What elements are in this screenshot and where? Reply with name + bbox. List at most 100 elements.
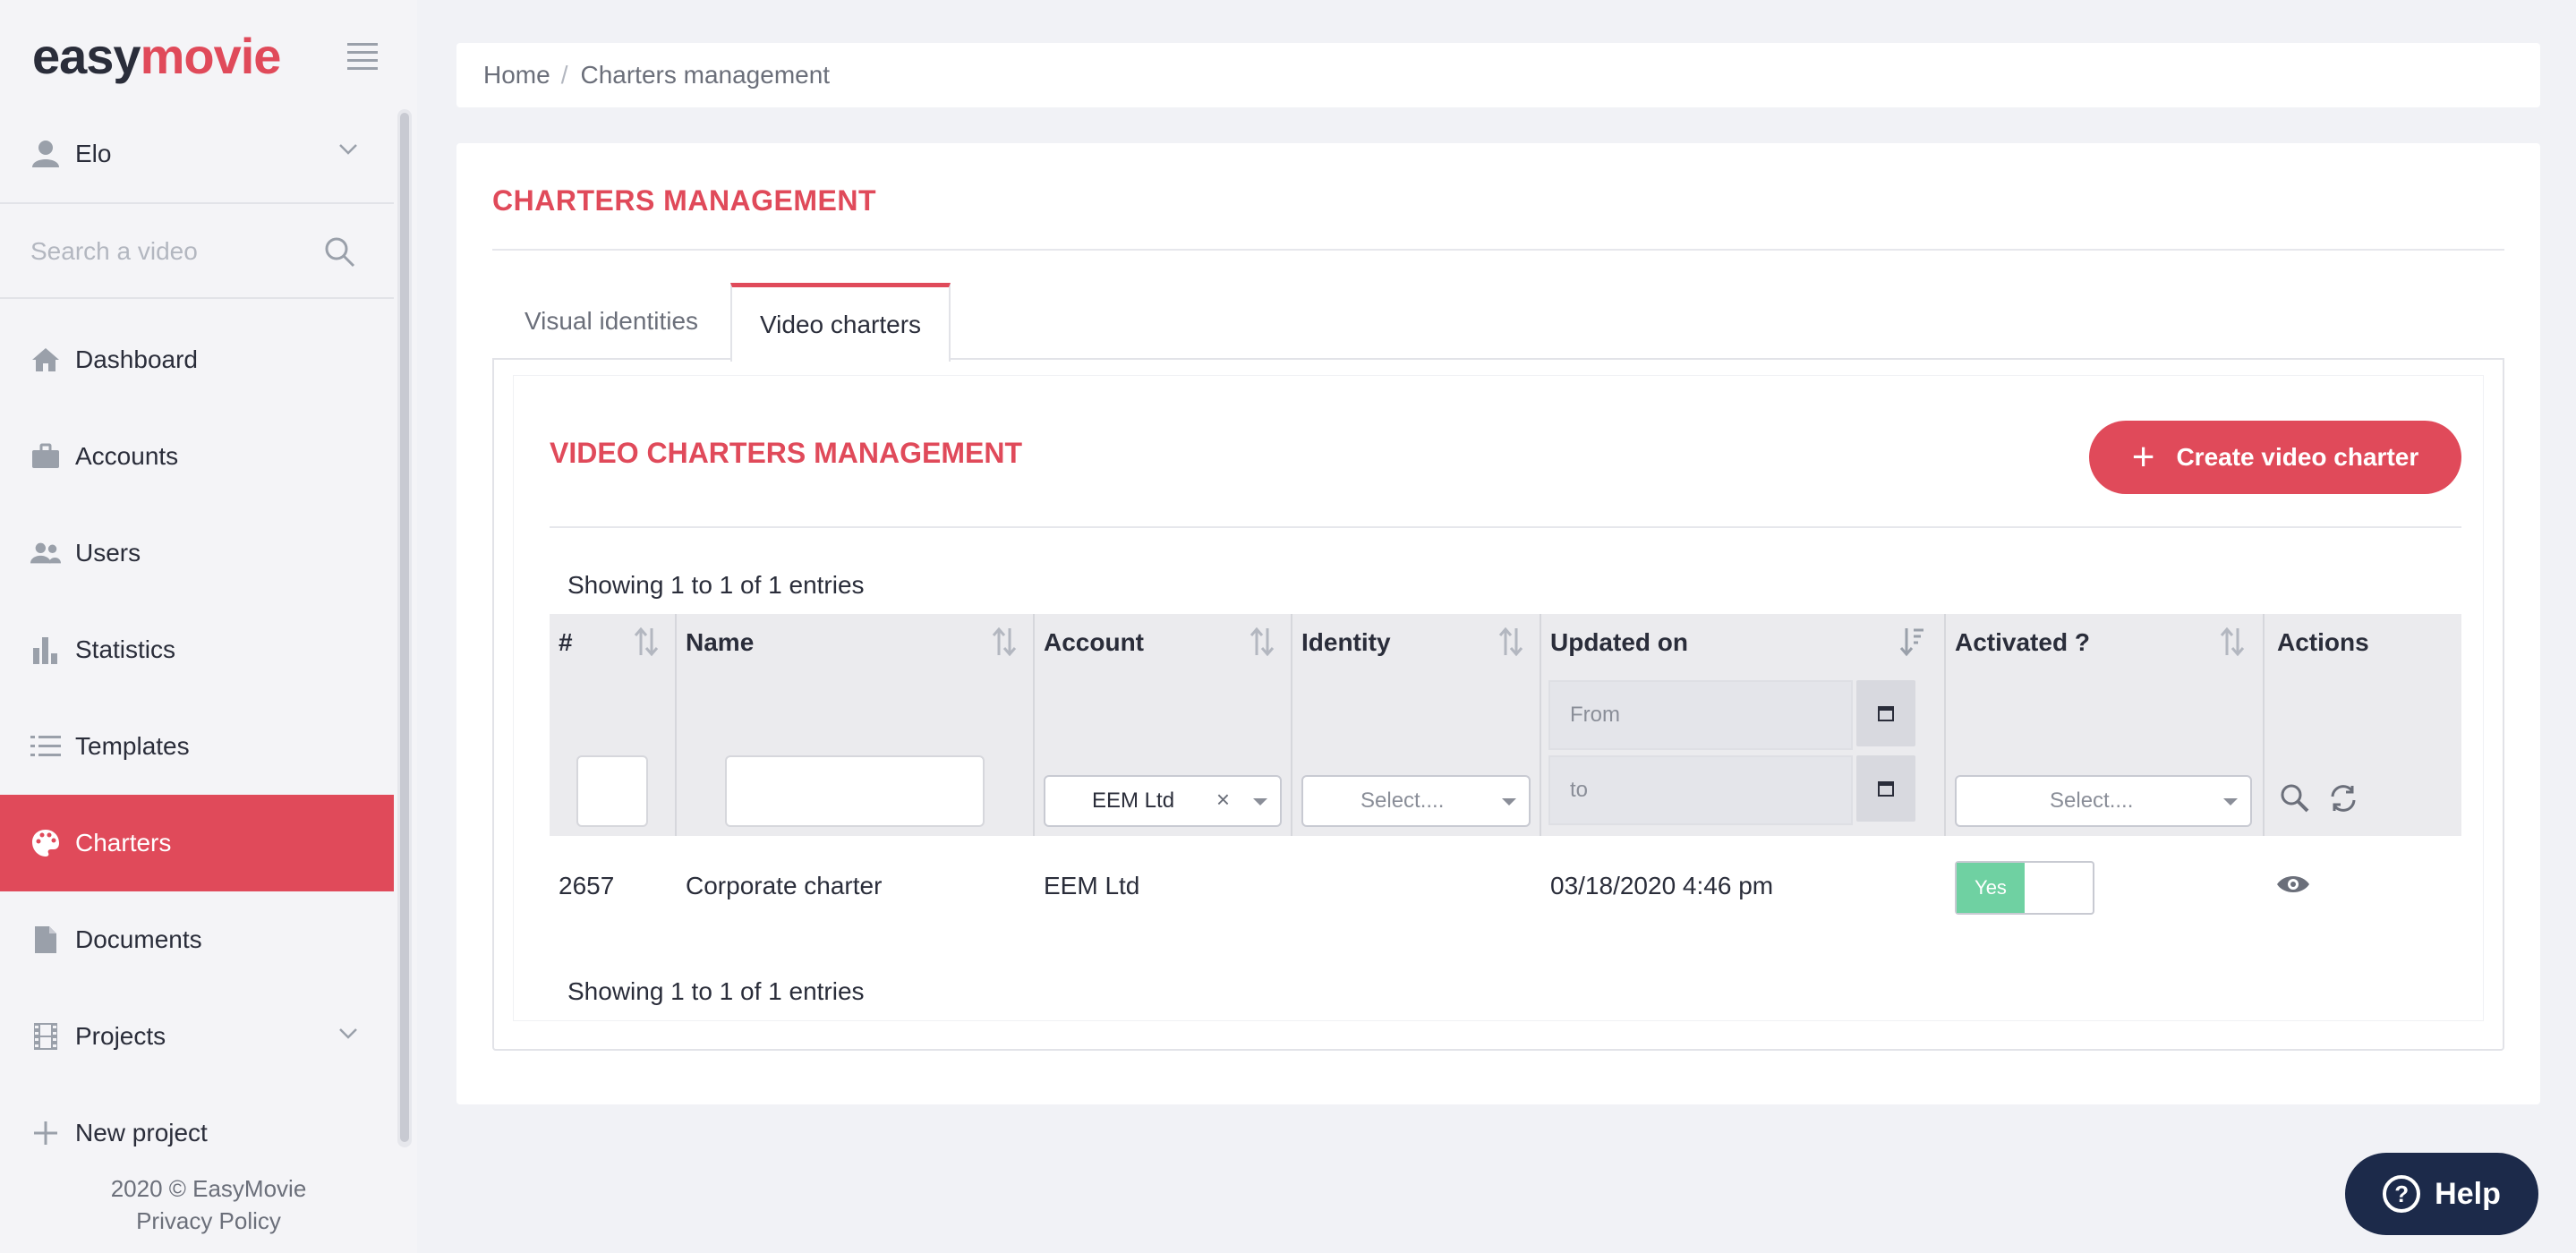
video-search <box>0 206 394 299</box>
activated-filter-placeholder: Select.... <box>2050 788 2134 813</box>
column-header-updated-on[interactable]: Updated on <box>1550 628 1688 657</box>
copyright-text: 2020 © EasyMovie <box>110 1175 307 1202</box>
sort-icon[interactable] <box>992 626 1017 659</box>
sidebar-item-projects[interactable]: Projects <box>0 988 394 1085</box>
identity-filter-placeholder: Select.... <box>1361 788 1445 813</box>
eye-icon[interactable] <box>2275 872 2311 901</box>
sort-icon[interactable] <box>2220 626 2245 659</box>
sidebar-item-label: Documents <box>75 925 202 953</box>
table-row[interactable]: 2657 Corporate charter EEM Ltd 03/18/202… <box>550 836 2461 940</box>
user-name: Elo <box>75 140 112 167</box>
logo-text-easy: easy <box>32 28 141 84</box>
caret-down-icon <box>1502 798 1516 806</box>
home-icon <box>30 345 61 375</box>
chevron-down-icon[interactable] <box>338 1027 358 1044</box>
sidebar-item-dashboard[interactable]: Dashboard <box>0 311 394 408</box>
help-label: Help <box>2435 1176 2501 1211</box>
tab-visual-identities[interactable]: Visual identities <box>492 283 730 360</box>
sidebar-item-label: Templates <box>75 732 190 760</box>
column-header-actions: Actions <box>2277 628 2369 656</box>
caret-down-icon <box>1253 798 1267 806</box>
search-icon[interactable] <box>2279 782 2311 819</box>
column-header-activated[interactable]: Activated ? <box>1955 628 2090 657</box>
section-divider <box>550 526 2461 528</box>
hamburger-menu-icon[interactable] <box>347 43 378 70</box>
sidebar-item-label: Projects <box>75 1022 166 1050</box>
cell-name: Corporate charter <box>686 872 883 899</box>
users-icon <box>30 538 61 568</box>
updated-to-input[interactable]: to <box>1548 755 1853 825</box>
entries-info-top: Showing 1 to 1 of 1 entries <box>567 571 865 599</box>
sidebar-item-charters[interactable]: Charters <box>0 795 394 891</box>
id-filter-input[interactable] <box>576 755 648 827</box>
sidebar-item-label: New project <box>75 1119 208 1146</box>
breadcrumb-home-link[interactable]: Home <box>483 61 550 90</box>
sidebar-item-accounts[interactable]: Accounts <box>0 408 394 505</box>
account-filter-select[interactable]: EEM Ltd × <box>1044 775 1282 827</box>
document-icon <box>30 925 61 955</box>
chevron-down-icon[interactable] <box>338 143 358 160</box>
column-header-account[interactable]: Account <box>1044 628 1144 657</box>
create-video-charter-button[interactable]: + Create video charter <box>2089 421 2461 494</box>
activated-toggle[interactable]: Yes <box>1955 861 2094 915</box>
toggle-on-label: Yes <box>1957 863 2025 913</box>
cell-account: EEM Ltd <box>1044 872 1140 899</box>
calendar-icon[interactable] <box>1856 755 1915 822</box>
sidebar-item-users[interactable]: Users <box>0 505 394 601</box>
title-divider <box>492 249 2504 251</box>
privacy-policy-link[interactable]: Privacy Policy <box>136 1207 281 1234</box>
cell-id: 2657 <box>559 872 615 899</box>
name-filter-input[interactable] <box>725 755 985 827</box>
briefcase-icon <box>30 441 61 472</box>
entries-info-bottom: Showing 1 to 1 of 1 entries <box>567 977 865 1005</box>
create-button-label: Create video charter <box>2176 443 2419 471</box>
easymovie-logo[interactable]: easymovie <box>32 27 282 85</box>
list-icon <box>30 731 61 762</box>
page-title: CHARTERS MANAGEMENT <box>492 184 877 217</box>
tab-video-charters[interactable]: Video charters <box>730 283 951 362</box>
user-menu[interactable]: Elo <box>0 106 394 204</box>
user-icon <box>30 139 61 169</box>
plus-icon <box>30 1118 61 1148</box>
sidebar-item-new-project[interactable]: New project <box>0 1085 394 1181</box>
sidebar: easymovie Elo Dashboard <box>0 0 417 1253</box>
search-icon[interactable] <box>324 236 356 273</box>
help-button[interactable]: ? Help <box>2345 1153 2538 1235</box>
film-icon <box>30 1021 61 1052</box>
column-header-id[interactable]: # <box>559 628 573 657</box>
breadcrumb-separator: / <box>560 61 568 89</box>
sort-icon[interactable] <box>1250 626 1275 659</box>
section-title: VIDEO CHARTERS MANAGEMENT <box>550 437 1023 469</box>
refresh-icon[interactable] <box>2327 782 2359 819</box>
sidebar-item-templates[interactable]: Templates <box>0 698 394 795</box>
account-filter-value: EEM Ltd <box>1092 788 1175 813</box>
caret-down-icon <box>2223 798 2238 806</box>
column-header-identity[interactable]: Identity <box>1301 628 1391 657</box>
sidebar-item-statistics[interactable]: Statistics <box>0 601 394 698</box>
question-icon: ? <box>2383 1175 2421 1213</box>
breadcrumb: Home / Charters management <box>456 43 2540 107</box>
sidebar-item-label: Users <box>75 539 141 567</box>
updated-from-input[interactable]: From <box>1548 680 1853 750</box>
sort-desc-icon[interactable] <box>1899 626 1924 659</box>
sidebar-item-label: Dashboard <box>75 345 198 373</box>
sort-icon[interactable] <box>634 626 659 659</box>
plus-icon: + <box>2131 435 2155 479</box>
column-header-name[interactable]: Name <box>686 628 754 657</box>
search-video-input[interactable] <box>30 237 299 266</box>
sort-icon[interactable] <box>1498 626 1523 659</box>
sidebar-item-label: Accounts <box>75 442 179 470</box>
cell-updated-on: 03/18/2020 4:46 pm <box>1550 872 1774 899</box>
clear-icon[interactable]: × <box>1216 786 1230 814</box>
scrollbar-thumb[interactable] <box>400 113 409 1142</box>
bar-chart-icon <box>30 635 61 665</box>
main-card: CHARTERS MANAGEMENT Visual identities Vi… <box>456 143 2540 1104</box>
video-charters-card: VIDEO CHARTERS MANAGEMENT + Create video… <box>514 376 2483 1020</box>
identity-filter-select[interactable]: Select.... <box>1301 775 1531 827</box>
sidebar-item-documents[interactable]: Documents <box>0 891 394 988</box>
sidebar-scrollbar[interactable] <box>397 109 412 1147</box>
logo-text-movie: movie <box>140 28 282 84</box>
calendar-icon[interactable] <box>1856 680 1915 746</box>
activated-filter-select[interactable]: Select.... <box>1955 775 2252 827</box>
charters-table: # Name Account EEM Ltd × Identity Select… <box>550 614 2461 940</box>
